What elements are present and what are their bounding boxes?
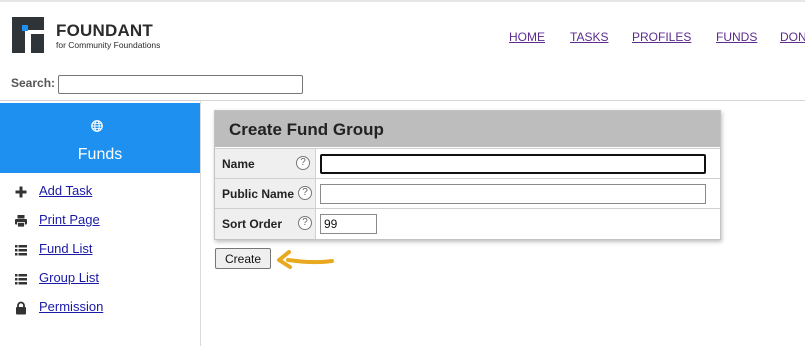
lock-icon xyxy=(16,301,26,315)
form-row-sort-order: Sort Order ? xyxy=(215,208,720,239)
nav-tasks[interactable]: TASKS xyxy=(570,30,608,44)
field-label-cell: Name ? xyxy=(215,149,316,179)
sidebar-item-group-list[interactable]: Group List xyxy=(0,269,200,289)
form-row-public-name: Public Name ? xyxy=(215,178,720,209)
sidebar-item-fund-list[interactable]: Fund List xyxy=(0,240,200,260)
nav-profiles[interactable]: PROFILES xyxy=(632,30,691,44)
sidebar-item-label[interactable]: Permission xyxy=(39,299,103,314)
sidebar-item-print-page[interactable]: Print Page xyxy=(0,211,200,231)
help-icon[interactable]: ? xyxy=(298,216,312,230)
name-input[interactable] xyxy=(320,154,706,174)
nav-funds[interactable]: FUNDS xyxy=(716,30,757,44)
field-label-cell: Public Name ? xyxy=(215,179,316,209)
search-input[interactable] xyxy=(58,75,303,94)
field-label-cell: Sort Order ? xyxy=(215,209,316,239)
nav-home[interactable]: HOME xyxy=(509,30,545,44)
arrow-pointer-icon xyxy=(277,250,334,269)
top-nav: HOME TASKS PROFILES FUNDS DON xyxy=(0,30,805,46)
create-button[interactable]: Create xyxy=(215,248,271,269)
list-icon xyxy=(15,274,27,285)
sidebar-title: Funds xyxy=(77,146,123,163)
sort-order-label: Sort Order xyxy=(222,217,283,231)
search-label: Search: xyxy=(11,76,56,90)
printer-icon xyxy=(15,215,27,228)
help-icon[interactable]: ? xyxy=(298,186,312,200)
sidebar-item-add-task[interactable]: Add Task xyxy=(0,182,200,202)
nav-donors[interactable]: DON xyxy=(780,30,805,44)
globe-icon xyxy=(91,120,103,132)
plus-icon xyxy=(15,186,27,198)
create-fund-group-panel: Create Fund Group Name ? Public Name ? S… xyxy=(214,110,721,240)
list-icon xyxy=(15,245,27,256)
panel-title: Create Fund Group xyxy=(229,120,384,139)
sidebar-item-label[interactable]: Group List xyxy=(39,270,99,285)
form-row-name: Name ? xyxy=(215,148,720,179)
public-name-label: Public Name xyxy=(222,187,295,201)
panel-header: Create Fund Group xyxy=(215,111,720,147)
name-label: Name xyxy=(222,157,255,171)
sidebar-item-label[interactable]: Fund List xyxy=(39,241,92,256)
sidebar-item-label[interactable]: Add Task xyxy=(39,183,92,198)
sort-order-input[interactable] xyxy=(320,214,377,234)
help-icon[interactable]: ? xyxy=(296,156,310,170)
public-name-input[interactable] xyxy=(320,184,706,204)
top-border xyxy=(0,0,805,2)
sidebar-header: Funds xyxy=(0,103,200,173)
sidebar-item-label[interactable]: Print Page xyxy=(39,212,100,227)
sidebar: Funds Add Task Print Page Fund List Grou… xyxy=(0,101,201,346)
sidebar-item-permission[interactable]: Permission xyxy=(0,298,200,318)
